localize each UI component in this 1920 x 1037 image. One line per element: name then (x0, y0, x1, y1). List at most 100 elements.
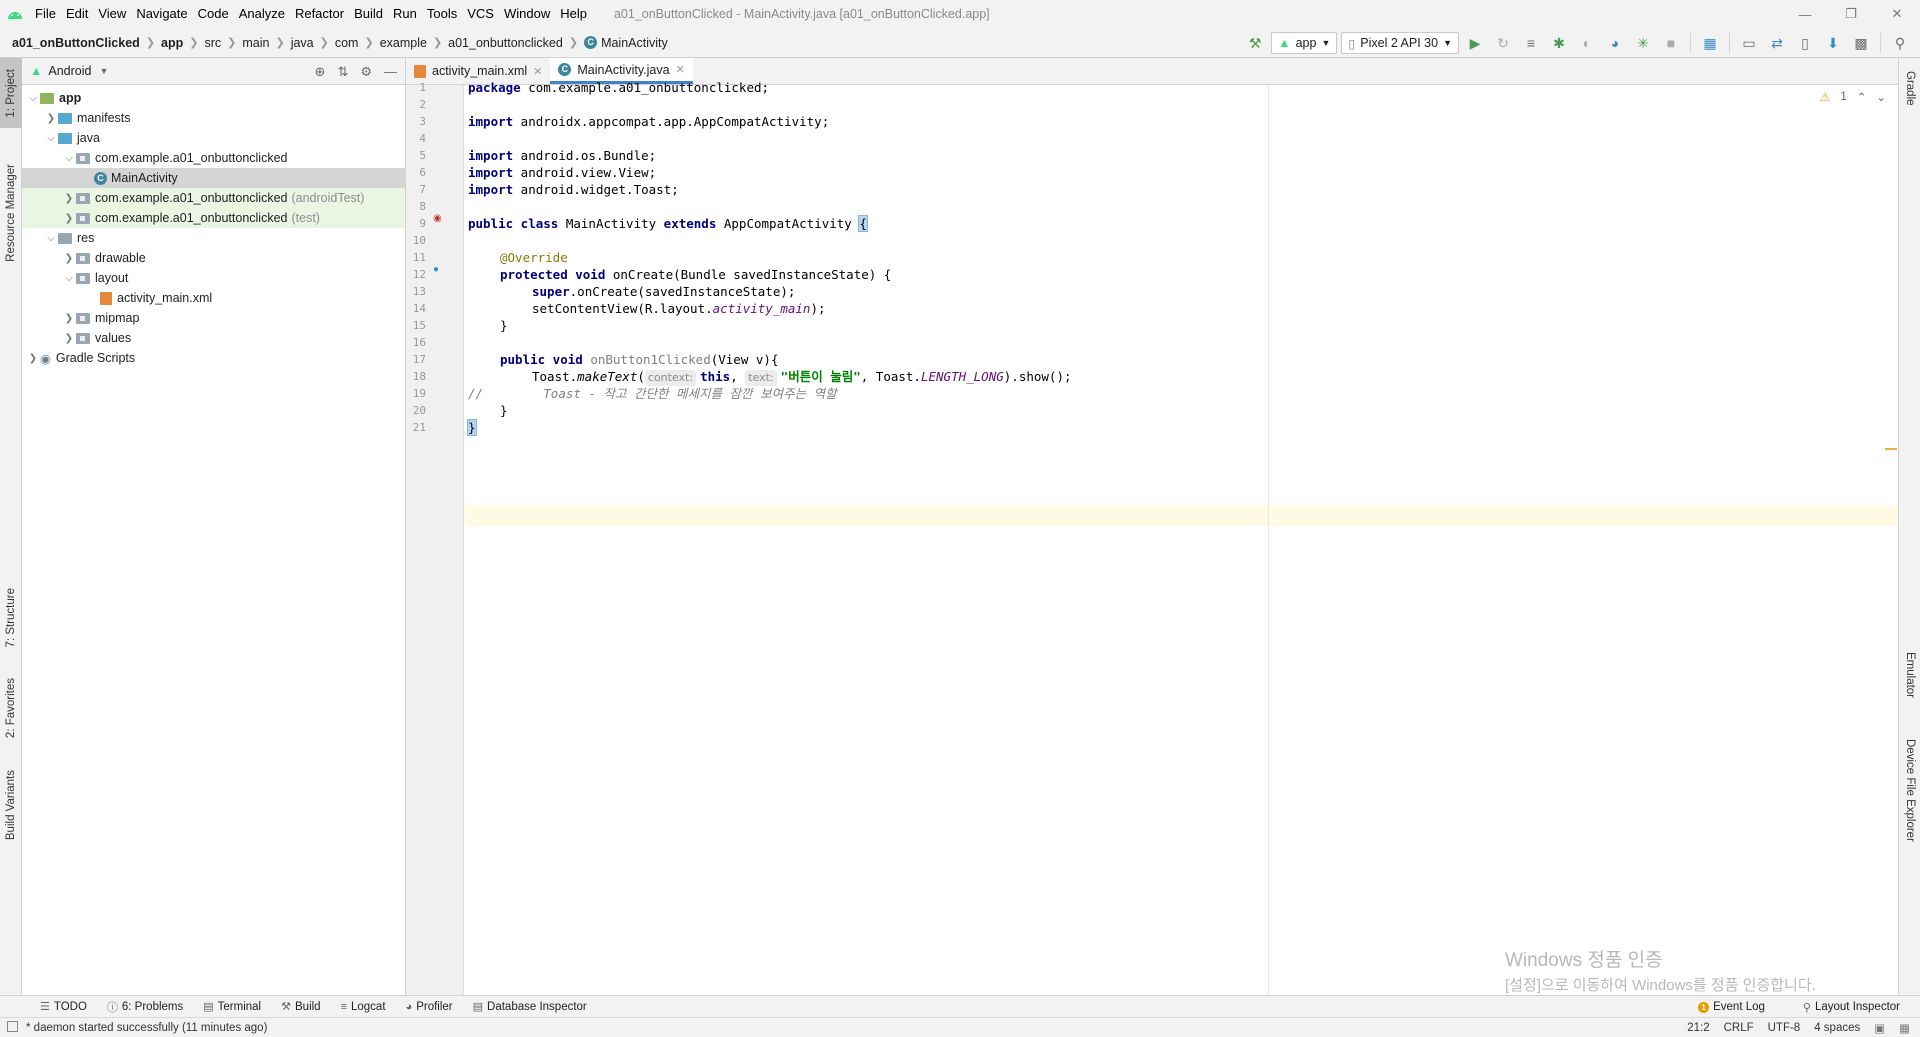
breadcrumb-project[interactable]: a01_onButtonClicked (12, 36, 140, 50)
breadcrumb-src[interactable]: src (204, 36, 221, 50)
indent-setting[interactable]: 4 spaces (1814, 1022, 1860, 1034)
chevron-right-icon[interactable]: ❯ (26, 353, 40, 364)
tab-gradle[interactable]: Gradle (1899, 58, 1920, 118)
tab-structure[interactable]: 7: Structure (0, 578, 22, 658)
breadcrumb-main[interactable]: main (242, 36, 269, 50)
menu-navigate[interactable]: Navigate (131, 0, 192, 28)
line-separator[interactable]: CRLF (1724, 1022, 1754, 1034)
apply-changes-restart-icon[interactable]: ↻ (1491, 31, 1515, 55)
debug-icon[interactable]: ✱ (1547, 31, 1571, 55)
chevron-right-icon[interactable]: ❯ (62, 333, 76, 344)
notifications-icon[interactable]: ▦ (1899, 1021, 1910, 1035)
file-encoding[interactable]: UTF-8 (1768, 1022, 1801, 1034)
status-message[interactable]: * daemon started successfully (11 minute… (26, 1022, 267, 1034)
tree-item-gradle-scripts[interactable]: ❯ ◉ Gradle Scripts (22, 348, 405, 368)
chevron-down-icon[interactable]: ⌵ (62, 153, 76, 164)
menu-run[interactable]: Run (388, 0, 422, 28)
tool-todo[interactable]: ☰ TODO (30, 1000, 97, 1014)
avd-manager-icon[interactable]: ▭ (1737, 31, 1761, 55)
tab-emulator[interactable]: Emulator (1899, 638, 1920, 713)
tool-build[interactable]: ⚒ Build (271, 1000, 330, 1014)
device-manager-icon[interactable]: ▯ (1793, 31, 1817, 55)
run-config-select[interactable]: ▲ app ▼ (1271, 32, 1338, 54)
chevron-down-icon[interactable]: ⌵ (26, 93, 40, 104)
search-icon[interactable]: ⚲ (1888, 31, 1912, 55)
tree-item-drawable[interactable]: ❯ drawable (22, 248, 405, 268)
attach-debugger-icon[interactable]: ✳ (1631, 31, 1655, 55)
tab-build-variants[interactable]: Build Variants (0, 758, 22, 853)
tool-layout-inspector[interactable]: ⚲ Layout Inspector (1793, 1001, 1910, 1014)
device-select[interactable]: ▯ Pixel 2 API 30 ▼ (1341, 32, 1459, 54)
tree-item-mipmap[interactable]: ❯ mipmap (22, 308, 405, 328)
project-view-select[interactable]: Android (48, 64, 91, 78)
tool-database-inspector[interactable]: ▤ Database Inspector (463, 1000, 597, 1014)
tool-logcat[interactable]: ≡ Logcat (331, 1001, 396, 1013)
tree-item-java[interactable]: ⌵ java (22, 128, 405, 148)
chevron-right-icon[interactable]: ❯ (44, 113, 58, 124)
menu-build[interactable]: Build (349, 0, 388, 28)
close-icon[interactable]: ✕ (1874, 0, 1920, 28)
tree-item-activity-main-xml[interactable]: activity_main.xml (22, 288, 405, 308)
chevron-down-icon[interactable]: ⌵ (44, 133, 58, 144)
tree-item-package-androidtest[interactable]: ❯ com.example.a01_onbuttonclicked (andro… (22, 188, 405, 208)
breadcrumb-package[interactable]: a01_onbuttonclicked (448, 36, 563, 50)
tab-resource-manager[interactable]: Resource Manager (0, 148, 22, 278)
chevron-right-icon[interactable]: ❯ (62, 313, 76, 324)
menu-view[interactable]: View (93, 0, 131, 28)
tree-item-manifests[interactable]: ❯ manifests (22, 108, 405, 128)
sync-gradle-icon[interactable]: ⇄ (1765, 31, 1789, 55)
override-gutter-icon[interactable]: ◉ (433, 213, 442, 224)
gear-icon[interactable]: ⚙ (360, 64, 372, 80)
tab-project[interactable]: 1: Project (0, 58, 22, 128)
breadcrumb-com[interactable]: com (335, 36, 359, 50)
chevron-down-icon[interactable]: ⌄ (1876, 90, 1886, 104)
close-icon[interactable]: ✕ (533, 65, 542, 78)
menu-analyze[interactable]: Analyze (234, 0, 290, 28)
implements-gutter-icon[interactable]: ● (433, 264, 439, 275)
chevron-right-icon[interactable]: ❯ (62, 253, 76, 264)
stop-icon[interactable]: ■ (1659, 31, 1683, 55)
chevron-down-icon[interactable]: ⌵ (62, 273, 76, 284)
status-toggle-icon[interactable] (7, 1021, 18, 1032)
menu-help[interactable]: Help (555, 0, 592, 28)
coverage-icon[interactable]: ◐ (1575, 31, 1599, 55)
menu-file[interactable]: File (30, 0, 61, 28)
chevron-right-icon[interactable]: ❯ (62, 193, 76, 204)
tree-item-values[interactable]: ❯ values (22, 328, 405, 348)
tool-terminal[interactable]: ▤ Terminal (193, 1000, 271, 1014)
restore-icon[interactable]: ❐ (1828, 0, 1874, 28)
breadcrumb-class[interactable]: MainActivity (601, 36, 668, 50)
make-project-hammer-icon[interactable]: ⚒ (1243, 31, 1267, 55)
tree-item-app[interactable]: ⌵ app (22, 88, 405, 108)
menu-code[interactable]: Code (193, 0, 234, 28)
tool-problems[interactable]: ⓘ 6: Problems (97, 999, 193, 1015)
collapse-all-icon[interactable]: ⇅ (337, 64, 348, 80)
breadcrumb-module[interactable]: app (161, 36, 183, 50)
run-icon[interactable]: ▶ (1463, 31, 1487, 55)
locate-file-icon[interactable]: ⊕ (315, 64, 326, 80)
tree-item-res[interactable]: ⌵ res (22, 228, 405, 248)
breadcrumb-example[interactable]: example (380, 36, 427, 50)
chevron-down-icon[interactable]: ⌵ (44, 233, 58, 244)
caret-position[interactable]: 21:2 (1687, 1022, 1709, 1034)
tab-favorites[interactable]: 2: Favorites (0, 668, 22, 748)
tool-profiler[interactable]: ◕ Profiler (396, 1001, 463, 1013)
menu-edit[interactable]: Edit (61, 0, 93, 28)
tree-item-package-test[interactable]: ❯ com.example.a01_onbuttonclicked (test) (22, 208, 405, 228)
close-icon[interactable]: ✕ (676, 63, 685, 76)
tab-device-file-explorer[interactable]: Device File Explorer (1899, 723, 1920, 858)
menu-tools[interactable]: Tools (422, 0, 462, 28)
chevron-up-icon[interactable]: ⌃ (1857, 90, 1867, 104)
tree-item-layout[interactable]: ⌵ layout (22, 268, 405, 288)
tree-item-mainactivity[interactable]: C MainActivity (22, 168, 405, 188)
apply-code-changes-icon[interactable]: ≡ (1519, 31, 1543, 55)
tool-event-log[interactable]: 1 Event Log (1688, 1001, 1775, 1013)
lock-icon[interactable]: ▣ (1874, 1021, 1885, 1035)
menu-window[interactable]: Window (499, 0, 555, 28)
menu-refactor[interactable]: Refactor (290, 0, 349, 28)
menu-vcs[interactable]: VCS (462, 0, 499, 28)
layout-inspector-icon[interactable]: ▩ (1849, 31, 1873, 55)
profile-icon[interactable]: ◕ (1603, 31, 1627, 55)
minimize-icon[interactable]: — (1782, 0, 1828, 28)
chevron-down-icon[interactable]: ▼ (99, 66, 108, 76)
